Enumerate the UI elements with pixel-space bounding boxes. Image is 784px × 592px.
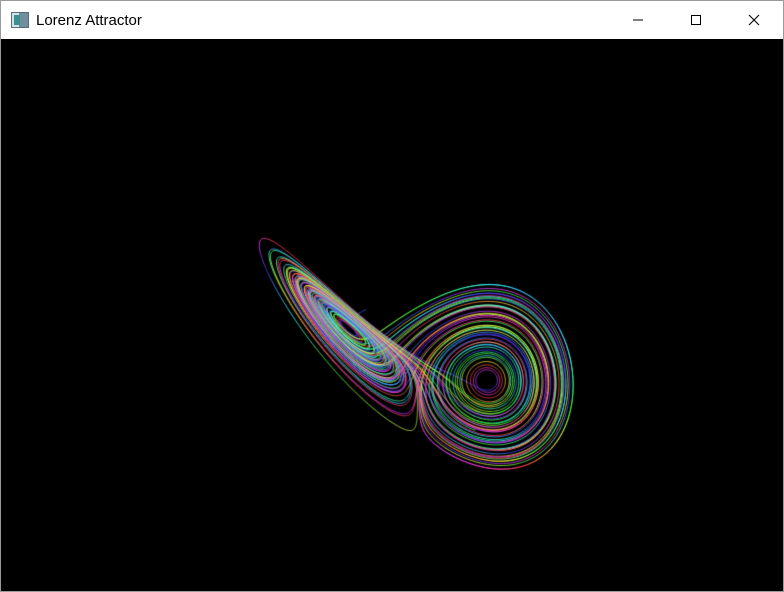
render-area[interactable] — [1, 39, 783, 591]
maximize-button[interactable] — [667, 1, 725, 39]
window-title: Lorenz Attractor — [36, 11, 142, 29]
window-controls — [609, 1, 783, 39]
minimize-icon — [633, 19, 643, 21]
maximize-icon — [691, 15, 701, 25]
app-window: Lorenz Attractor — [0, 0, 784, 592]
close-icon — [748, 14, 760, 26]
title-bar[interactable]: Lorenz Attractor — [1, 1, 783, 39]
minimize-button[interactable] — [609, 1, 667, 39]
lorenz-attractor-canvas — [1, 39, 783, 591]
close-button[interactable] — [725, 1, 783, 39]
app-window-icon[interactable] — [11, 12, 29, 28]
